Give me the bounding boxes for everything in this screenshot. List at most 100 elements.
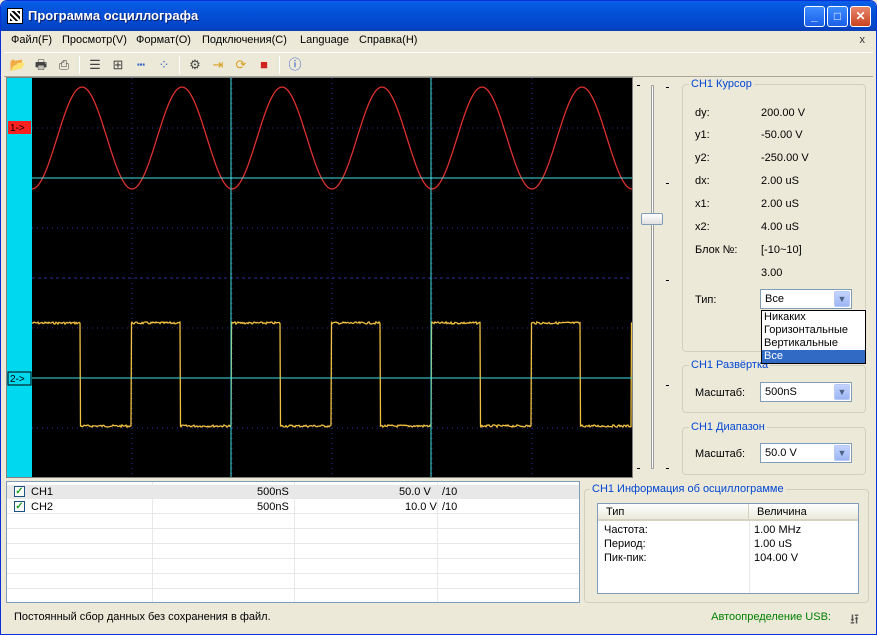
- usb-status-text: Автоопределение USB:: [711, 611, 831, 623]
- column-header-value[interactable]: Величина: [749, 504, 858, 521]
- range-scale-value: 50.0 V: [765, 447, 797, 459]
- list-item: [7, 560, 579, 574]
- vertical-slider-thumb[interactable]: [641, 213, 663, 225]
- info-type-peak: Пик-пик:: [604, 552, 647, 564]
- title-bar[interactable]: Программа осциллографа _ □ ✕: [1, 1, 876, 31]
- minimize-button[interactable]: _: [804, 6, 825, 27]
- option-none[interactable]: Никаких: [762, 311, 865, 324]
- menu-language[interactable]: Language: [300, 34, 349, 46]
- y2-value: -250.00 V: [761, 152, 809, 164]
- range-scale-select[interactable]: 50.0 V ▼: [760, 443, 852, 463]
- option-horizontal[interactable]: Горизонтальные: [762, 324, 865, 337]
- list-item: [7, 515, 579, 529]
- close-button[interactable]: ✕: [850, 6, 871, 27]
- slider-tick: [637, 468, 640, 469]
- menu-file[interactable]: Файл(F): [11, 34, 52, 46]
- open-icon[interactable]: 📂: [9, 56, 27, 74]
- slider-tick: [637, 85, 640, 86]
- x2-label: x2:: [695, 221, 710, 233]
- usb-icon: ⭿: [849, 611, 859, 627]
- x2-value: 4.00 uS: [761, 221, 799, 233]
- slider-tick: [666, 87, 669, 88]
- list-item: [7, 545, 579, 559]
- timebase-scale-select[interactable]: 500nS ▼: [760, 382, 852, 402]
- scope-canvas: 1-> 2->: [7, 78, 632, 477]
- grid-icon[interactable]: ⊞: [109, 56, 127, 74]
- dy-label: dy:: [695, 107, 710, 119]
- info-type-frequency: Частота:: [604, 524, 648, 536]
- menu-bar: Файл(F) Просмотр(V) Формат(O) Подключени…: [4, 31, 873, 51]
- toolbar-separator: [179, 56, 180, 74]
- ch1-voltage: 50.0 V: [399, 486, 431, 498]
- y1-label: y1:: [695, 129, 710, 141]
- list-item: [7, 530, 579, 544]
- import-icon[interactable]: ⇥: [209, 56, 227, 74]
- dx-label: dx:: [695, 175, 710, 187]
- cursor-group-title: CH1 Курсор: [689, 78, 754, 90]
- dx-value: 2.00 uS: [761, 175, 799, 187]
- ch1-marker-label: 1->: [10, 123, 25, 134]
- refresh-icon[interactable]: ⟳: [232, 56, 250, 74]
- toolbar-separator: [279, 56, 280, 74]
- toolbar: 📂 🖶 ⎙ ☰ ⊞ ┅ ⁘ ⚙ ⇥ ⟳ ■ ⓘ: [4, 52, 873, 77]
- option-all[interactable]: Все: [762, 350, 865, 363]
- x1-label: x1:: [695, 198, 710, 210]
- menu-help[interactable]: Справка(H): [359, 34, 417, 46]
- dotted-line-icon[interactable]: ┅: [132, 56, 150, 74]
- y2-label: y2:: [695, 152, 710, 164]
- timebase-group-title: CH1 Развёртка: [689, 359, 771, 371]
- ch2-waveform: [31, 320, 632, 429]
- option-vertical[interactable]: Вертикальные: [762, 337, 865, 350]
- stop-icon[interactable]: ■: [255, 56, 273, 74]
- print-icon[interactable]: 🖶: [32, 56, 50, 74]
- chevron-down-icon[interactable]: ▼: [834, 291, 850, 307]
- type-label: Тип:: [695, 294, 717, 306]
- menu-view[interactable]: Просмотр(V): [62, 34, 127, 46]
- timebase-scale-value: 500nS: [765, 386, 797, 398]
- ch1-timebase: 500nS: [257, 486, 289, 498]
- waveform-info-title: CH1 Информация об осциллограмме: [590, 483, 786, 495]
- cursor-type-select[interactable]: Все ▼: [760, 289, 852, 309]
- list-icon[interactable]: ☰: [86, 56, 104, 74]
- ch2-voltage: 10.0 V: [405, 501, 437, 513]
- info-value-frequency: 1.00 MHz: [754, 524, 802, 536]
- ch2-checkbox[interactable]: ✓: [14, 501, 25, 512]
- info-value-peak: 104.00 V: [754, 552, 799, 564]
- channel-row-ch1[interactable]: ✓ CH1 500nS 50.0 V /10: [7, 485, 579, 499]
- ch1-checkbox[interactable]: ✓: [14, 486, 25, 497]
- block-range: [-10~10]: [761, 244, 802, 256]
- ch1-probe: /10: [442, 486, 458, 498]
- ch2-probe: /10: [442, 501, 458, 513]
- scope-left-margin: [7, 78, 32, 477]
- cursor-type-value: Все: [765, 293, 784, 305]
- column-header-type[interactable]: Тип: [598, 504, 749, 521]
- app-icon: [7, 8, 23, 24]
- help-icon[interactable]: ⓘ: [286, 56, 304, 74]
- range-group-title: CH1 Диапазон: [689, 421, 767, 433]
- slider-tick: [666, 183, 669, 184]
- mdi-close-icon[interactable]: x: [860, 34, 866, 46]
- maximize-button[interactable]: □: [827, 6, 848, 27]
- status-bar: Постоянный сбор данных без сохранения в …: [4, 606, 873, 631]
- chevron-down-icon[interactable]: ▼: [834, 384, 850, 400]
- ch2-marker-label: 2->: [10, 374, 25, 385]
- points-icon[interactable]: ⁘: [155, 56, 173, 74]
- oscilloscope-display[interactable]: 1-> 2->: [6, 77, 633, 478]
- menu-connections[interactable]: Подключения(C): [202, 34, 287, 46]
- ch1-name: CH1: [31, 486, 54, 498]
- block-label: Блок №:: [695, 244, 738, 256]
- timebase-scale-label: Масштаб:: [695, 387, 746, 399]
- settings-icon[interactable]: ⚙: [186, 56, 204, 74]
- x1-value: 2.00 uS: [761, 198, 799, 210]
- app-window: Программа осциллографа _ □ ✕ Файл(F) Про…: [0, 0, 877, 635]
- chevron-down-icon[interactable]: ▼: [834, 445, 850, 461]
- channel-row-ch2[interactable]: ✓ CH2 500nS 10.0 V /10: [7, 500, 579, 514]
- channel-list: ✓ CH1 500nS 50.0 V /10 ✓ CH2 500nS 10.0 …: [6, 481, 580, 603]
- vertical-slider-track[interactable]: [651, 85, 654, 469]
- scope-grid: [32, 78, 632, 477]
- slider-tick: [666, 280, 669, 281]
- status-text: Постоянный сбор данных без сохранения в …: [14, 611, 271, 623]
- window-title: Программа осциллографа: [28, 8, 199, 23]
- print-preview-icon[interactable]: ⎙: [55, 56, 73, 74]
- menu-format[interactable]: Формат(O): [136, 34, 191, 46]
